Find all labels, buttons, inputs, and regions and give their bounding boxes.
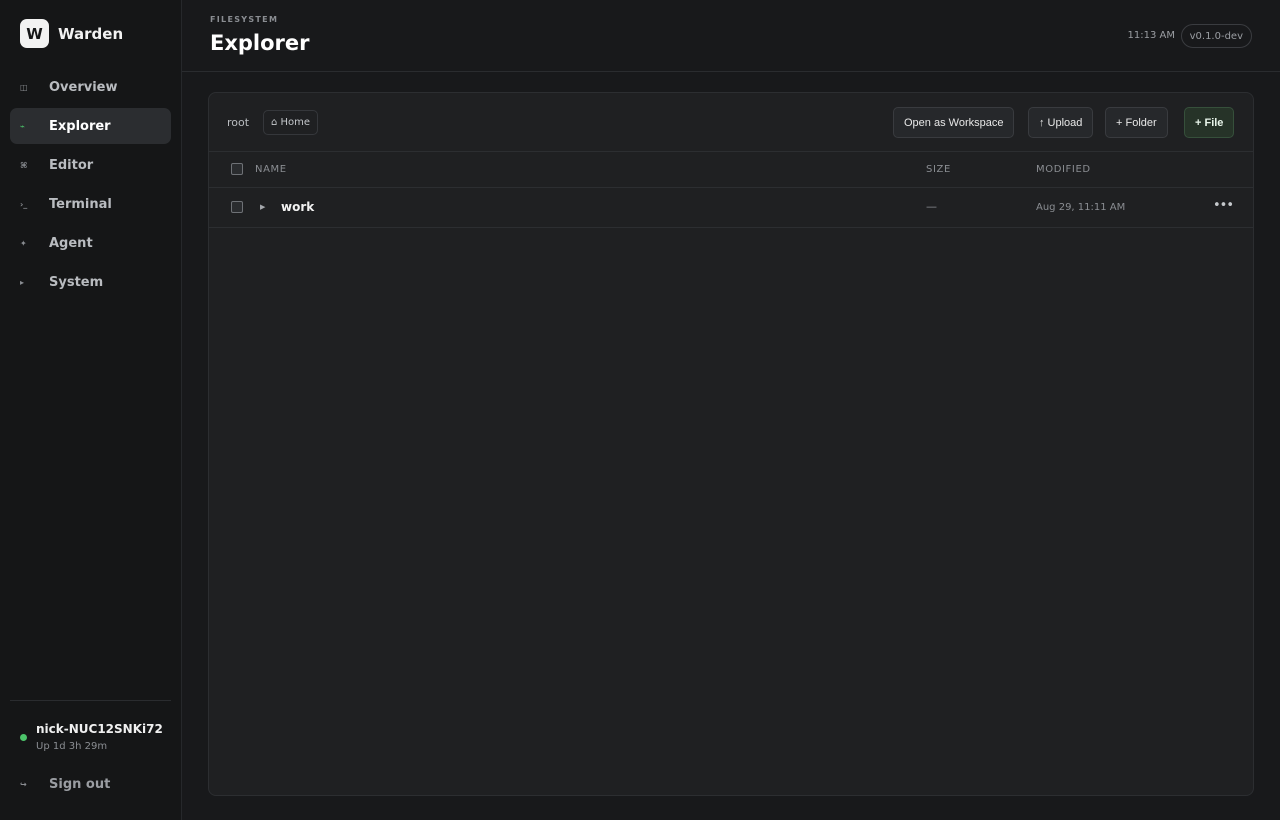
column-name[interactable]: NAME (255, 164, 287, 175)
terminal-icon: ›_ (20, 199, 28, 209)
system-icon: ▸ (20, 277, 25, 287)
row-name[interactable]: work (281, 200, 314, 214)
agent-icon: ✦ (20, 238, 27, 248)
sign-out-icon: ↪ (20, 779, 27, 789)
new-file-button[interactable]: + File (1184, 107, 1235, 138)
new-folder-button[interactable]: + Folder (1105, 107, 1168, 138)
expand-caret-icon[interactable]: ▶ (260, 203, 265, 211)
page-title: Explorer (210, 31, 310, 55)
version-badge: v0.1.0-dev (1180, 24, 1252, 48)
sign-out-button[interactable]: ↪ Sign out (10, 767, 171, 801)
host-uptime: Up 1d 3h 29m (36, 741, 108, 752)
select-all-checkbox[interactable] (231, 163, 243, 175)
page-eyebrow: FILESYSTEM (210, 15, 279, 24)
explorer-panel: root ⌂ Home Open as Workspace ↑ Upload +… (208, 92, 1254, 796)
overview-icon: ◫ (20, 82, 28, 92)
host-name: nick-NUC12SNKi72 (36, 722, 163, 736)
column-modified[interactable]: MODIFIED (1036, 164, 1091, 175)
sidebar-item-label: System (49, 274, 104, 290)
breadcrumb-root[interactable]: root (227, 116, 249, 129)
clock: 11:13 AM (1127, 30, 1175, 41)
page-header: FILESYSTEM Explorer 11:13 AM v0.1.0-dev (182, 0, 1280, 72)
sidebar-item-overview[interactable]: ◫ Overview (10, 69, 171, 105)
explorer-icon: ⌁ (20, 121, 25, 131)
row-modified: Aug 29, 11:11 AM (1036, 202, 1126, 213)
sidebar-divider (10, 700, 171, 701)
sign-out-label: Sign out (49, 776, 111, 792)
upload-button[interactable]: ↑ Upload (1028, 107, 1094, 138)
brand[interactable]: W Warden (20, 19, 123, 48)
table-header: NAME SIZE MODIFIED (209, 152, 1253, 188)
sidebar-item-explorer[interactable]: ⌁ Explorer (10, 108, 171, 144)
brand-logo: W (20, 19, 49, 48)
sidebar-item-terminal[interactable]: ›_ Terminal (10, 186, 171, 222)
sidebar-item-label: Explorer (49, 118, 111, 134)
sidebar-nav: ◫ Overview ⌁ Explorer ⌘ Editor ›_ Termin… (10, 69, 171, 303)
brand-name: Warden (58, 24, 124, 43)
app: W Warden ◫ Overview ⌁ Explorer ⌘ Editor … (0, 0, 1280, 820)
table-row[interactable]: ▶ work — Aug 29, 11:11 AM ••• (209, 188, 1253, 228)
column-size[interactable]: SIZE (926, 164, 951, 175)
sidebar-item-label: Terminal (49, 196, 112, 212)
row-size: — (926, 200, 937, 213)
status-dot-icon (20, 734, 27, 741)
explorer-toolbar: root ⌂ Home Open as Workspace ↑ Upload +… (209, 93, 1253, 152)
sidebar-item-agent[interactable]: ✦ Agent (10, 225, 171, 261)
more-options-icon[interactable]: ••• (1213, 198, 1234, 213)
editor-icon: ⌘ (20, 160, 28, 170)
breadcrumb-home-button[interactable]: ⌂ Home (263, 110, 319, 135)
sidebar-item-label: Editor (49, 157, 94, 173)
sidebar-item-editor[interactable]: ⌘ Editor (10, 147, 171, 183)
sidebar: W Warden ◫ Overview ⌁ Explorer ⌘ Editor … (0, 0, 182, 820)
sidebar-item-label: Agent (49, 235, 93, 251)
sidebar-item-label: Overview (49, 79, 118, 95)
row-checkbox[interactable] (231, 201, 243, 213)
sidebar-item-system[interactable]: ▸ System (10, 264, 171, 300)
open-workspace-button[interactable]: Open as Workspace (893, 107, 1015, 138)
